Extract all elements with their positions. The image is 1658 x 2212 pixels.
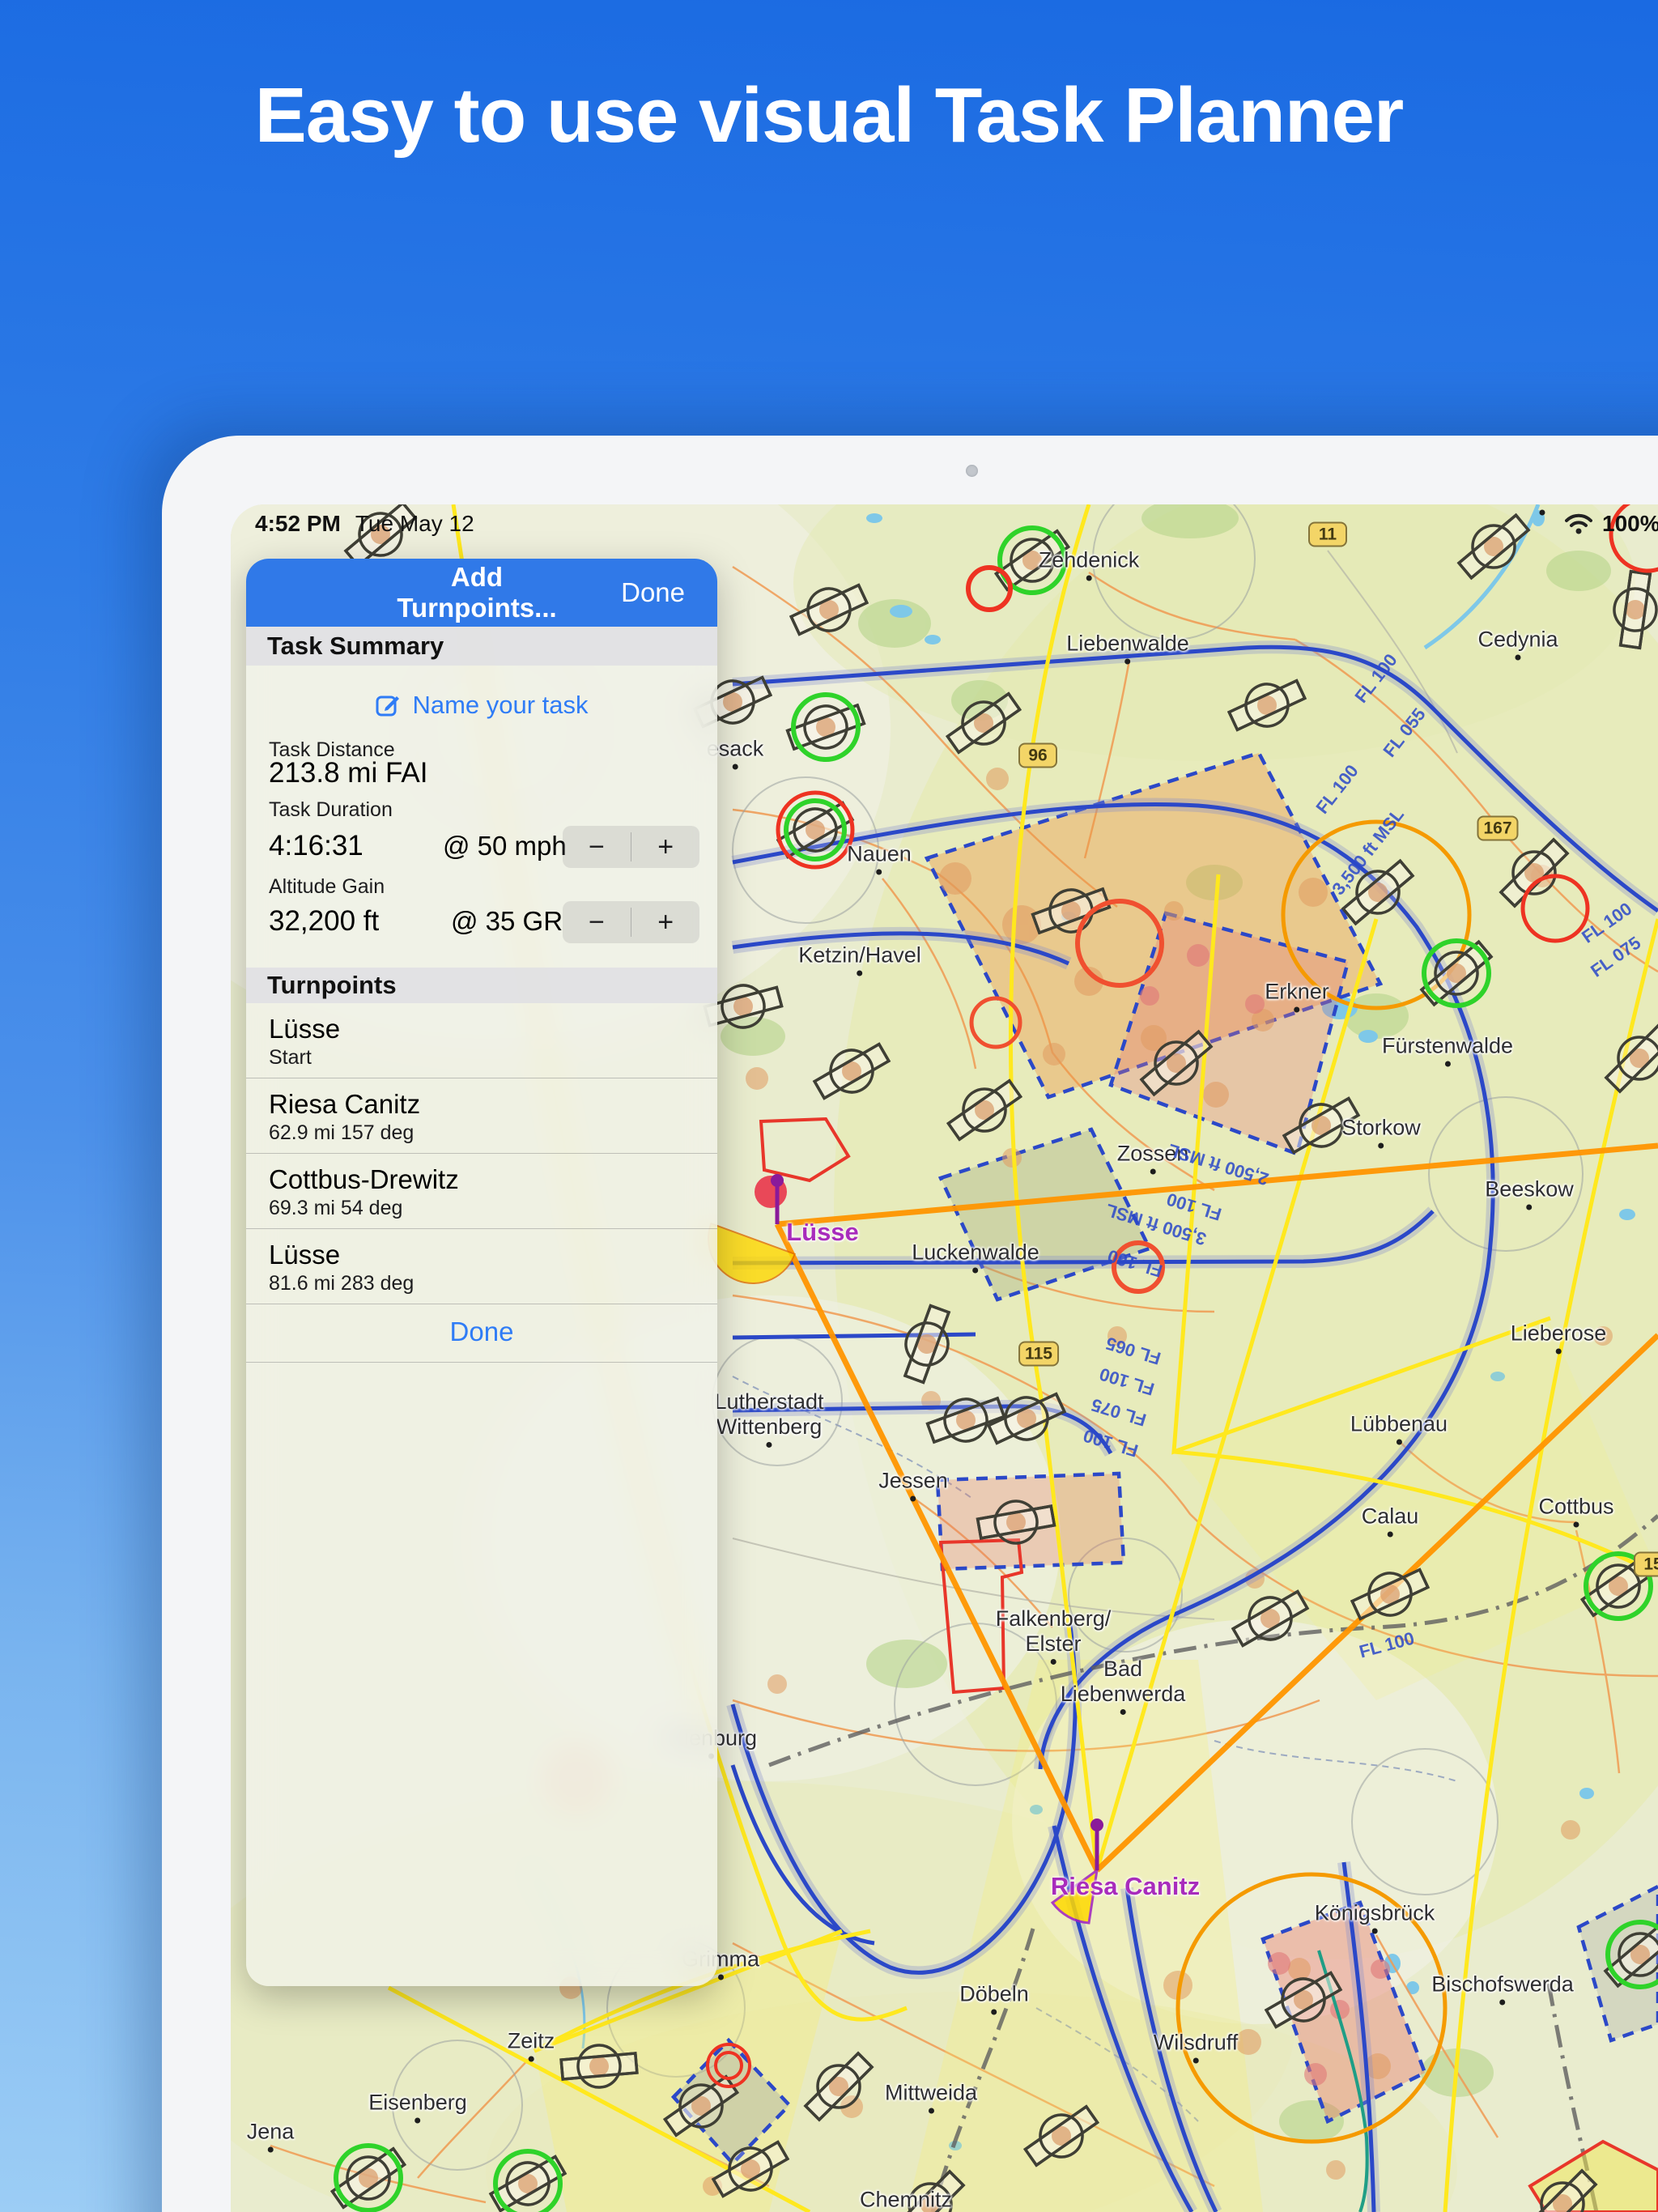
section-turnpoints: Turnpoints: [246, 968, 717, 1003]
turnpoint-detail: 69.3 mi 54 deg: [269, 1197, 403, 1219]
turnpoint-detail: 81.6 mi 283 deg: [269, 1272, 414, 1295]
turnpoint-name: Riesa Canitz: [269, 1089, 421, 1119]
altitude-gain-label: Altitude Gain: [269, 875, 385, 898]
status-date: Tue May 12: [355, 511, 474, 536]
battery-percent: 100%: [1602, 511, 1658, 536]
turnpoint-row[interactable]: Lüsse 81.6 mi 283 deg: [246, 1229, 717, 1304]
gr-minus-button[interactable]: −: [563, 901, 631, 943]
list-done-button[interactable]: Done: [246, 1308, 717, 1356]
camera-dot: [966, 465, 978, 477]
turnpoint-detail: 62.9 mi 157 deg: [269, 1121, 414, 1144]
task-duration-label: Task Duration: [269, 798, 393, 821]
turnpoint-row[interactable]: Cottbus-Drewitz 69.3 mi 54 deg: [246, 1154, 717, 1229]
task-distance-value: 213.8 mi FAI: [269, 757, 428, 789]
glide-ratio-value: @ 35 GR: [451, 906, 563, 936]
compose-icon: [376, 696, 400, 717]
glide-ratio-stepper: − +: [563, 901, 699, 943]
turnpoint-name: Cottbus-Drewitz: [269, 1164, 459, 1194]
task-duration-value: 4:16:31: [269, 830, 363, 861]
header-done-button[interactable]: Done: [621, 577, 685, 608]
divider: [246, 1362, 717, 1363]
app-screen: Schwedt/ZehdenickLiebenwaldeCedyniaesack…: [231, 504, 1658, 2212]
name-your-task-button[interactable]: Name your task: [246, 682, 717, 729]
status-time: 4:52 PM: [255, 511, 341, 536]
marketing-page: Easy to use visual Task Planner Zehdenic…: [0, 0, 1658, 2212]
turnpoint-name: Lüsse: [269, 1014, 341, 1044]
turnpoint-row[interactable]: Riesa Canitz 62.9 mi 157 deg: [246, 1078, 717, 1154]
gr-plus-button[interactable]: +: [631, 901, 699, 943]
section-task-summary: Task Summary: [246, 627, 717, 666]
status-bar: 4:52 PM Tue May 12 100%: [231, 504, 1658, 542]
page-title: Easy to use visual Task Planner: [254, 72, 1405, 159]
turnpoint-list: Lüsse Start Riesa Canitz 62.9 mi 157 deg…: [246, 1003, 717, 1304]
name-task-label: Name your task: [412, 691, 589, 719]
panel-header: Add Turnpoints... Done: [246, 559, 717, 627]
speed-minus-button[interactable]: −: [563, 826, 631, 868]
speed-rate-value: @ 50 mph: [443, 831, 567, 861]
turnpoint-name: Lüsse: [269, 1240, 341, 1270]
ipad-frame: Schwedt/ZehdenickLiebenwaldeCedyniaesack…: [162, 436, 1658, 2212]
speed-stepper: − +: [563, 826, 699, 868]
wifi-icon: [1565, 513, 1592, 534]
panel-title: Add Turnpoints...: [397, 562, 557, 623]
turnpoint-row[interactable]: Lüsse Start: [246, 1003, 717, 1078]
speed-plus-button[interactable]: +: [631, 826, 699, 868]
turnpoint-detail: Start: [269, 1046, 312, 1069]
altitude-gain-value: 32,200 ft: [269, 905, 380, 937]
task-planner-panel: Add Turnpoints... Done Task Summary Name…: [246, 559, 717, 1986]
